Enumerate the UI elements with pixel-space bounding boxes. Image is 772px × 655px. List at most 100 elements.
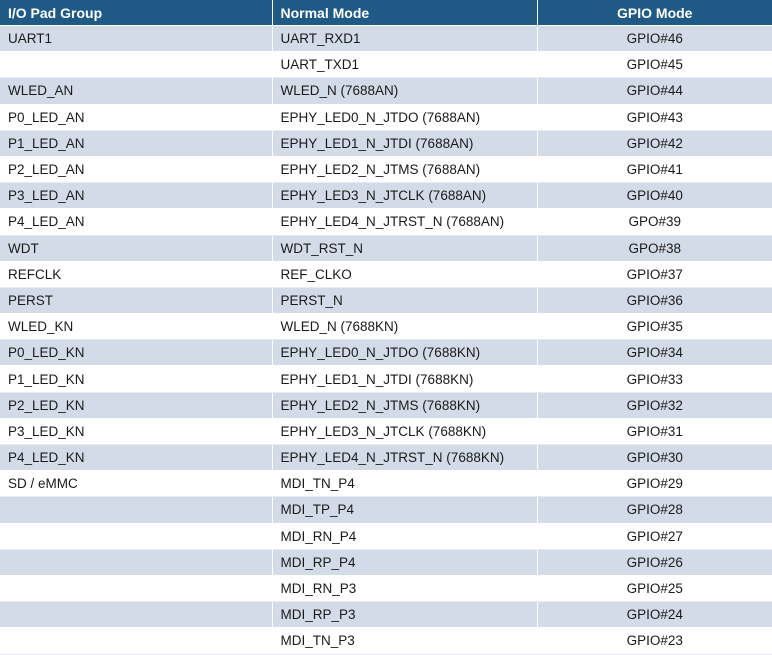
io-pad-group-cell: P2_LED_KN — [0, 392, 273, 419]
gpio-mode-cell: GPIO#44 — [537, 77, 772, 105]
io-pad-group-cell: PERST — [0, 287, 273, 315]
table-row: P4_LED_KN EPHY_LED4_N_JTRST_N (7688KN) GPI… — [0, 444, 772, 472]
table-row: MDI_TN_P3 GPIO#23 — [0, 627, 772, 655]
gpio-mode-cell: GPIO#41 — [537, 156, 772, 184]
table-row: MDI_TP_P4 GPIO#28 — [0, 496, 772, 524]
table-row: WLED_KN WLED_N (7688KN) GPIO#35 — [0, 313, 772, 341]
normal-mode-cell: MDI_TN_P4 — [272, 470, 538, 498]
table-row: P0_LED_KN EPHY_LED0_N_JTDO (7688KN) GPIO#3… — [0, 339, 772, 367]
table-body: UART1 UART_RXD1 GPIO#46 UART_TXD1 GPIO#45 WLE… — [0, 25, 772, 655]
normal-mode-cell: EPHY_LED1_N_JTDI (7688AN) — [272, 130, 538, 157]
normal-mode-cell: EPHY_LED0_N_JTDO (7688KN) — [272, 339, 538, 367]
normal-mode-cell: UART_TXD1 — [272, 51, 538, 79]
io-pad-group-cell — [0, 496, 273, 524]
gpio-mode-cell: GPIO#34 — [537, 339, 772, 367]
io-pad-group-cell: UART1 — [0, 25, 273, 53]
header-io-pad-group: I/O Pad Group — [0, 0, 273, 26]
normal-mode-cell: EPHY_LED4_N_JTRST_N (7688AN) — [272, 208, 538, 236]
gpio-mode-cell: GPIO#37 — [537, 261, 772, 288]
gpio-mode-cell: GPIO#40 — [537, 182, 772, 210]
gpio-mode-cell: GPIO#33 — [537, 365, 772, 393]
table-row: P0_LED_AN EPHY_LED0_N_JTDO (7688AN) GPIO#4… — [0, 104, 772, 131]
table-row: MDI_RN_P4 GPIO#27 — [0, 523, 772, 550]
table-row: P1_LED_AN EPHY_LED1_N_JTDI (7688AN) GPIO#4… — [0, 130, 772, 157]
normal-mode-cell: EPHY_LED4_N_JTRST_N (7688KN) — [272, 444, 538, 472]
io-pad-group-cell: WDT — [0, 235, 273, 262]
table-row: PERST PERST_N GPIO#36 — [0, 287, 772, 315]
normal-mode-cell: EPHY_LED2_N_JTMS (7688AN) — [272, 156, 538, 184]
header-normal-mode: Normal Mode — [272, 0, 538, 26]
io-pad-group-cell: WLED_AN — [0, 77, 273, 105]
table-row: P2_LED_AN EPHY_LED2_N_JTMS (7688AN) GPIO#4… — [0, 156, 772, 184]
gpio-mode-cell: GPIO#23 — [537, 627, 772, 655]
table-row: P3_LED_AN EPHY_LED3_N_JTCLK (7688AN) GPIO#… — [0, 182, 772, 210]
io-pad-group-cell: P1_LED_AN — [0, 130, 273, 157]
gpio-mode-cell: GPIO#28 — [537, 496, 772, 524]
gpio-mode-cell: GPIO#36 — [537, 287, 772, 315]
normal-mode-cell: WLED_N (7688AN) — [272, 77, 538, 105]
normal-mode-cell: EPHY_LED3_N_JTCLK (7688AN) — [272, 182, 538, 210]
io-pad-group-cell: P2_LED_AN — [0, 156, 273, 184]
table-row: WDT WDT_RST_N GPO#38 — [0, 235, 772, 262]
gpio-mode-cell: GPIO#42 — [537, 130, 772, 157]
gpio-mode-cell: GPO#38 — [537, 235, 772, 262]
normal-mode-cell: MDI_TN_P3 — [272, 627, 538, 655]
io-pad-group-cell — [0, 575, 273, 603]
io-pad-group-cell — [0, 601, 273, 629]
gpio-mode-cell: GPIO#26 — [537, 549, 772, 576]
table-row: P4_LED_AN EPHY_LED4_N_JTRST_N (7688AN) GPO… — [0, 208, 772, 236]
normal-mode-cell: MDI_TP_P4 — [272, 496, 538, 524]
table-row: UART1 UART_RXD1 GPIO#46 — [0, 25, 772, 53]
gpio-mode-cell: GPIO#32 — [537, 392, 772, 419]
table-row: P3_LED_KN EPHY_LED3_N_JTCLK (7688KN) GPIO#… — [0, 418, 772, 446]
io-pad-group-cell — [0, 549, 273, 576]
gpio-mode-cell: GPIO#25 — [537, 575, 772, 603]
gpio-pad-table: I/O Pad Group Normal Mode GPIO Mode UART… — [0, 0, 772, 655]
gpio-mode-cell: GPIO#27 — [537, 523, 772, 550]
normal-mode-cell: EPHY_LED0_N_JTDO (7688AN) — [272, 104, 538, 131]
normal-mode-cell: MDI_RN_P3 — [272, 575, 538, 603]
normal-mode-cell: WDT_RST_N — [272, 235, 538, 262]
gpio-mode-cell: GPO#39 — [537, 208, 772, 236]
table-row: REFCLK REF_CLKO GPIO#37 — [0, 261, 772, 288]
io-pad-group-cell: P4_LED_AN — [0, 208, 273, 236]
table-row: P2_LED_KN EPHY_LED2_N_JTMS (7688KN) GPIO#3… — [0, 392, 772, 419]
gpio-mode-cell: GPIO#45 — [537, 51, 772, 79]
gpio-mode-cell: GPIO#35 — [537, 313, 772, 341]
io-pad-group-cell: P4_LED_KN — [0, 444, 273, 472]
gpio-mode-cell: GPIO#29 — [537, 470, 772, 498]
gpio-mode-cell: GPIO#24 — [537, 601, 772, 629]
table-row: P1_LED_KN EPHY_LED1_N_JTDI (7688KN) GPIO#3… — [0, 365, 772, 393]
normal-mode-cell: WLED_N (7688KN) — [272, 313, 538, 341]
normal-mode-cell: REF_CLKO — [272, 261, 538, 288]
table-header-row: I/O Pad Group Normal Mode GPIO Mode — [0, 0, 772, 26]
gpio-mode-cell: GPIO#31 — [537, 418, 772, 446]
io-pad-group-cell: P1_LED_KN — [0, 365, 273, 393]
io-pad-group-cell: WLED_KN — [0, 313, 273, 341]
io-pad-group-cell — [0, 627, 273, 655]
normal-mode-cell: EPHY_LED3_N_JTCLK (7688KN) — [272, 418, 538, 446]
io-pad-group-cell: P3_LED_AN — [0, 182, 273, 210]
table-row: MDI_RN_P3 GPIO#25 — [0, 575, 772, 603]
normal-mode-cell: EPHY_LED2_N_JTMS (7688KN) — [272, 392, 538, 419]
gpio-mode-cell: GPIO#46 — [537, 25, 772, 53]
table-row: SD / eMMC MDI_TN_P4 GPIO#29 — [0, 470, 772, 498]
io-pad-group-cell: SD / eMMC — [0, 470, 273, 498]
normal-mode-cell: MDI_RP_P3 — [272, 601, 538, 629]
header-gpio-mode: GPIO Mode — [537, 0, 772, 26]
io-pad-group-cell: P3_LED_KN — [0, 418, 273, 446]
normal-mode-cell: UART_RXD1 — [272, 25, 538, 53]
table-row: MDI_RP_P4 GPIO#26 — [0, 549, 772, 576]
table-row: UART_TXD1 GPIO#45 — [0, 51, 772, 79]
table-row: WLED_AN WLED_N (7688AN) GPIO#44 — [0, 77, 772, 105]
normal-mode-cell: PERST_N — [272, 287, 538, 315]
normal-mode-cell: EPHY_LED1_N_JTDI (7688KN) — [272, 365, 538, 393]
gpio-mode-cell: GPIO#43 — [537, 104, 772, 131]
io-pad-group-cell: REFCLK — [0, 261, 273, 288]
gpio-mode-cell: GPIO#30 — [537, 444, 772, 472]
io-pad-group-cell — [0, 51, 273, 79]
normal-mode-cell: MDI_RN_P4 — [272, 523, 538, 550]
io-pad-group-cell — [0, 523, 273, 550]
io-pad-group-cell: P0_LED_KN — [0, 339, 273, 367]
normal-mode-cell: MDI_RP_P4 — [272, 549, 538, 576]
